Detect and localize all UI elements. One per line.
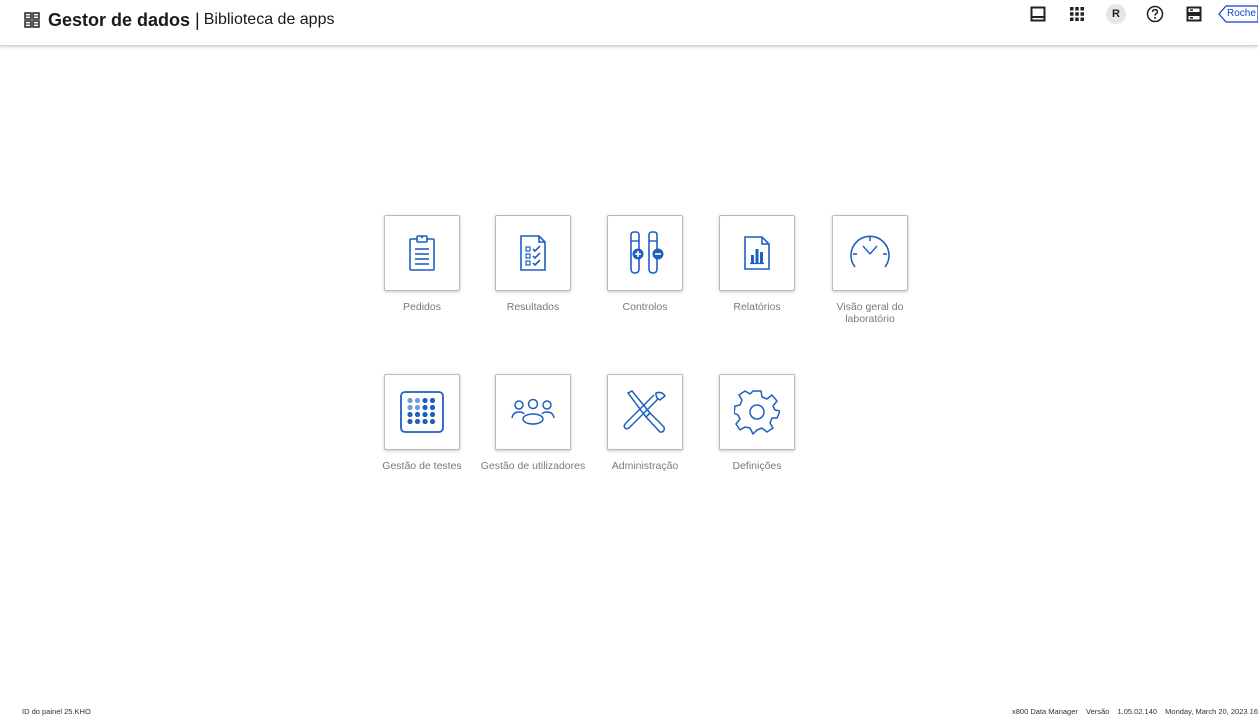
clipboard-icon [409, 235, 435, 271]
version-info: x800 Data Manager Versão 1.05.02.140 Mon… [1006, 707, 1258, 716]
brand-logo-text: Roche [1227, 8, 1256, 19]
tile-label: Resultados [506, 301, 560, 313]
apps-grid-icon[interactable] [1067, 4, 1087, 24]
app-grid-icon[interactable] [24, 12, 40, 28]
product-name: x800 Data Manager [1012, 707, 1078, 716]
app-title: Gestor de dados [48, 9, 191, 30]
tile-label: Relatórios [733, 301, 781, 313]
page-title: Biblioteca de apps [203, 11, 335, 28]
datetime: Monday, March 20, 2023 16 [1165, 707, 1258, 716]
checklist-icon [520, 235, 546, 271]
user-avatar[interactable]: R [1106, 4, 1126, 24]
header-toolbar: R Roche [1009, 0, 1258, 28]
users-icon [511, 398, 555, 425]
inbox-icon[interactable] [1028, 4, 1048, 24]
tile-label: Controlos [622, 301, 668, 313]
tools-icon [623, 390, 666, 433]
help-icon[interactable] [1145, 4, 1165, 24]
tile-definicoes-box[interactable] [719, 374, 795, 450]
tile-visao-geral[interactable]: Visão geral do laboratório [815, 215, 925, 325]
tile-pedidos[interactable]: Pedidos [367, 215, 477, 313]
test-tubes-icon [630, 231, 664, 274]
tile-visao-geral-box[interactable] [832, 215, 908, 291]
tile-gestao-testes[interactable]: Gestão de testes [367, 374, 477, 472]
title-separator: | [195, 9, 200, 30]
top-header: Gestor de dados | Biblioteca de apps R R… [0, 0, 1258, 46]
tile-relatorios[interactable]: Relatórios [702, 215, 812, 313]
tile-label: Gestão de utilizadores [480, 460, 586, 472]
tile-gestao-utilizadores-box[interactable] [495, 374, 571, 450]
panel-id: ID do painel 25.KHO [22, 707, 91, 716]
tile-administracao-box[interactable] [607, 374, 683, 450]
tile-controlos[interactable]: Controlos [590, 215, 700, 313]
gauge-icon [850, 235, 890, 268]
test-grid-icon [400, 391, 444, 433]
tile-controlos-box[interactable] [607, 215, 683, 291]
tile-label: Visão geral do laboratório [836, 301, 904, 325]
title-area: Gestor de dados | Biblioteca de apps [24, 8, 334, 32]
version-label: Versão [1085, 707, 1110, 716]
tile-resultados-box[interactable] [495, 215, 571, 291]
tile-pedidos-box[interactable] [384, 215, 460, 291]
tile-label: Administração [611, 460, 679, 472]
tile-label: Definições [732, 460, 782, 472]
app-library-page: Gestor de dados | Biblioteca de apps R R… [0, 0, 1258, 718]
gear-icon [734, 390, 780, 435]
tile-definicoes[interactable]: Definições [702, 374, 812, 472]
tile-label: Pedidos [403, 301, 441, 313]
tile-gestao-testes-box[interactable] [384, 374, 460, 450]
tile-gestao-utilizadores[interactable]: Gestão de utilizadores [478, 374, 588, 472]
tile-relatorios-box[interactable] [719, 215, 795, 291]
version-number: 1.05.02.140 [1117, 707, 1158, 716]
server-icon[interactable] [1184, 4, 1204, 24]
tile-label: Gestão de testes [382, 460, 462, 472]
report-chart-icon [744, 236, 770, 270]
tile-resultados[interactable]: Resultados [478, 215, 588, 313]
tile-administracao[interactable]: Administração [590, 374, 700, 472]
brand-logo: Roche [1218, 5, 1258, 23]
